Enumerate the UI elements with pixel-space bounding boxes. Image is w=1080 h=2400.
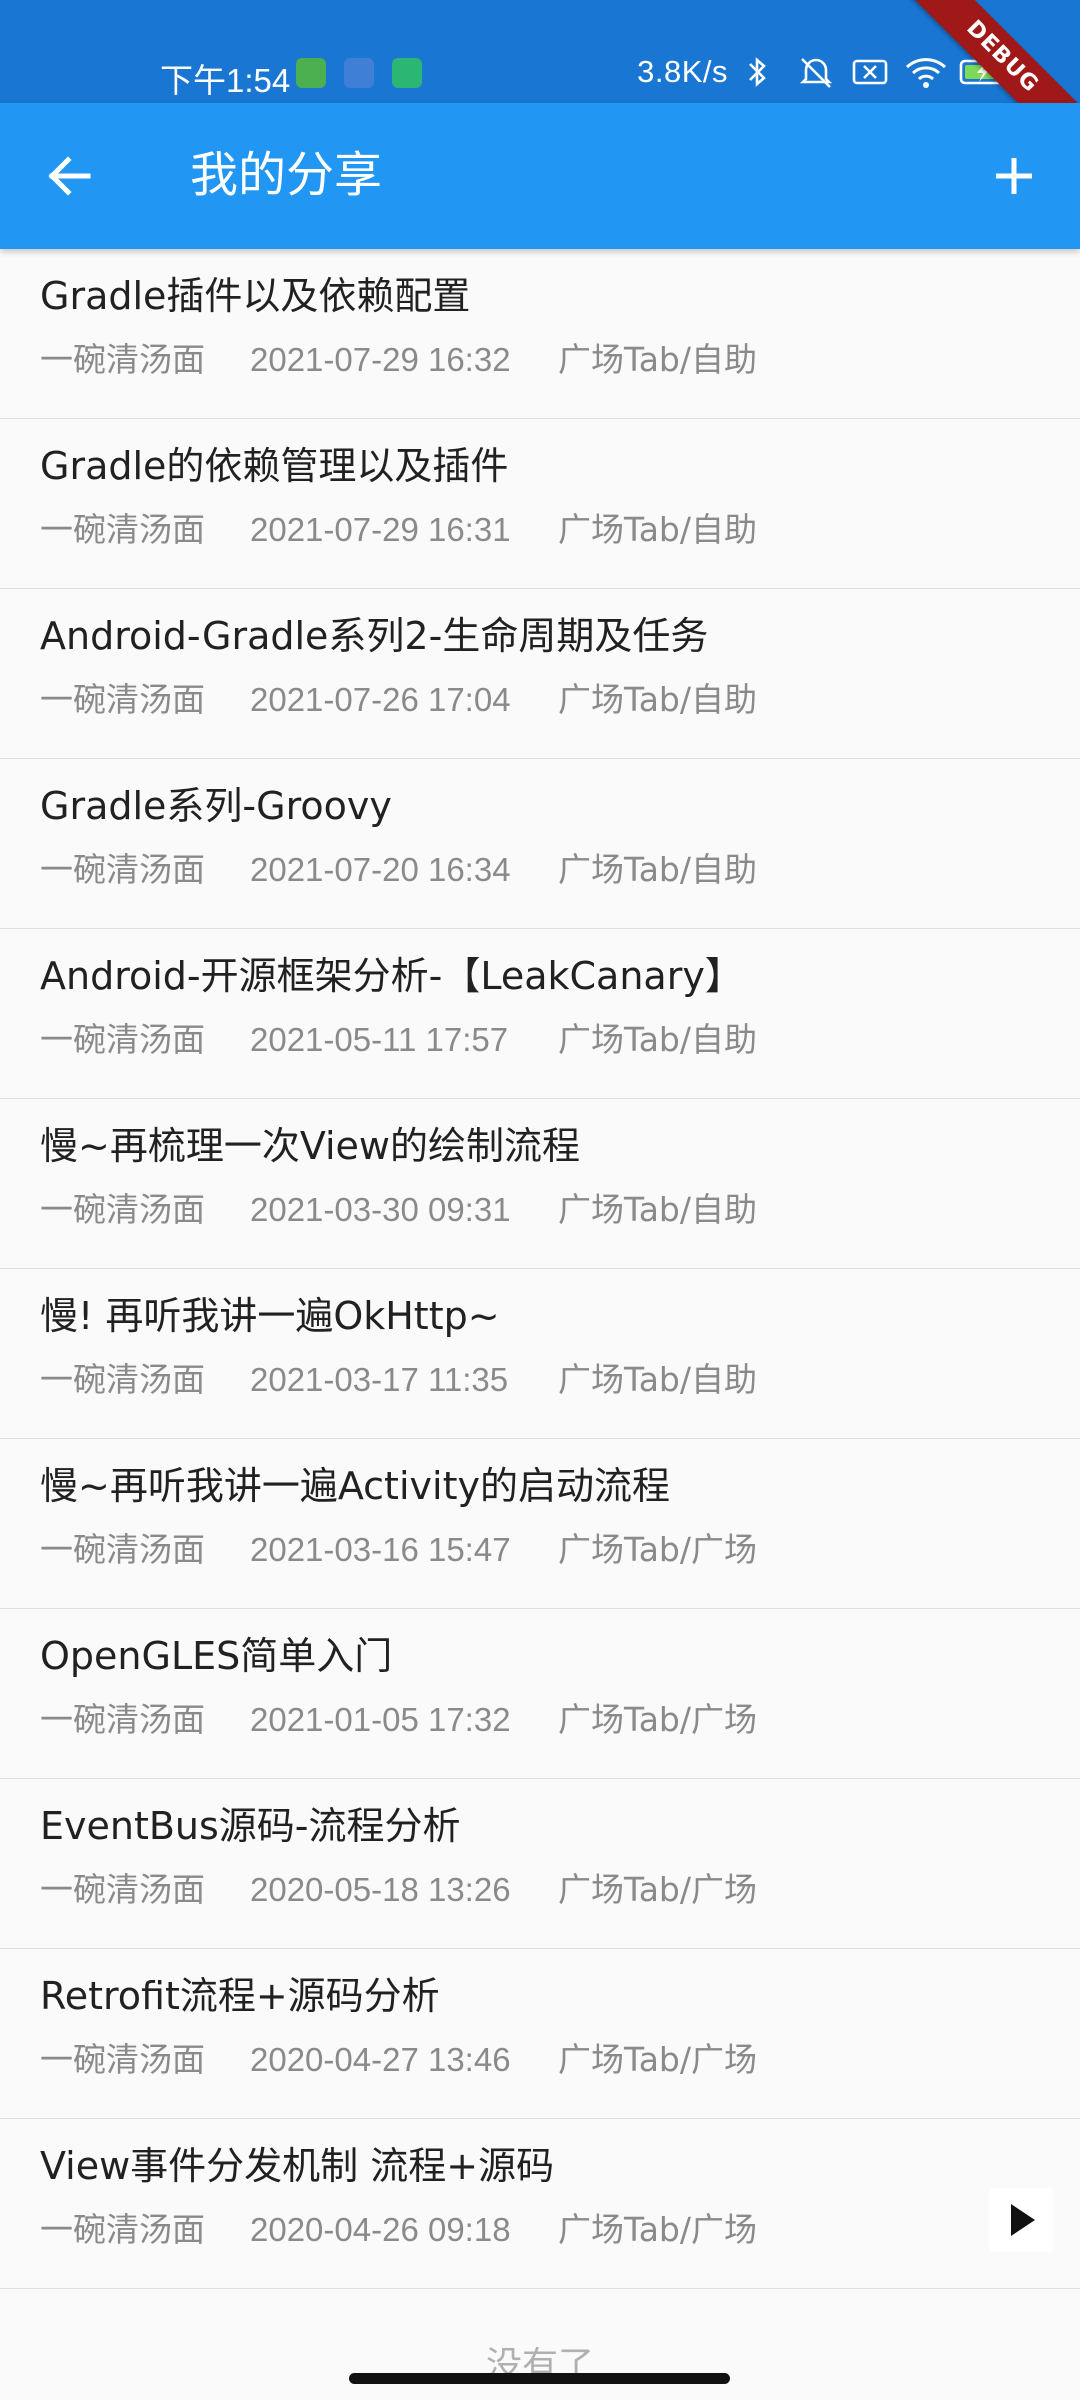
list-item[interactable]: Android-开源框架分析-【LeakCanary】 一碗清汤面 2021-05… (0, 929, 1080, 1099)
item-meta: 一碗清汤面 2020-04-27 13:46 广场Tab/广场 (40, 2037, 757, 2083)
home-indicator[interactable] (349, 2373, 730, 2384)
play-button[interactable] (989, 2188, 1053, 2252)
status-time: 下午1:54 (160, 62, 291, 99)
item-date: 2021-01-05 17:32 (250, 1701, 511, 1738)
item-date: 2021-07-20 16:34 (250, 851, 511, 888)
list-item[interactable]: Gradle的依赖管理以及插件 一碗清汤面 2021-07-29 16:31 广场T… (0, 419, 1080, 589)
list-item[interactable]: Retrofit流程+源码分析 一碗清汤面 2020-04-27 13:46 广场T… (0, 1949, 1080, 2119)
item-title: Gradle的依赖管理以及插件 (40, 444, 509, 488)
item-meta: 一碗清汤面 2021-03-16 15:47 广场Tab/广场 (40, 1527, 757, 1573)
item-meta: 一碗清汤面 2021-03-30 09:31 广场Tab/自助 (40, 1187, 757, 1233)
item-author: 一碗清汤面 (40, 2040, 205, 2079)
item-date: 2020-04-27 13:46 (250, 2041, 511, 2078)
item-title: Android-Gradle系列2-生命周期及任务 (40, 614, 709, 658)
item-date: 2021-07-26 17:04 (250, 681, 511, 718)
item-author: 一碗清汤面 (40, 1700, 205, 1739)
item-title: OpenGLES简单入门 (40, 1634, 393, 1678)
item-category: 广场Tab/自助 (558, 1020, 757, 1059)
item-title: 慢~再梳理一次View的绘制流程 (40, 1124, 581, 1168)
item-title: View事件分发机制 流程+源码 (40, 2144, 555, 2188)
item-meta: 一碗清汤面 2021-07-29 16:31 广场Tab/自助 (40, 507, 757, 553)
item-date: 2020-05-18 13:26 (250, 1871, 511, 1908)
item-author: 一碗清汤面 (40, 1190, 205, 1229)
item-category: 广场Tab/广场 (558, 2040, 757, 2079)
list-item[interactable]: 慢~再梳理一次View的绘制流程 一碗清汤面 2021-03-30 09:31 广场… (0, 1099, 1080, 1269)
item-category: 广场Tab/广场 (558, 1700, 757, 1739)
item-meta: 一碗清汤面 2021-07-26 17:04 广场Tab/自助 (40, 677, 757, 723)
bluetooth-icon (742, 55, 782, 89)
item-date: 2021-07-29 16:31 (250, 511, 511, 548)
page-title: 我的分享 (190, 147, 383, 203)
list-item[interactable]: OpenGLES简单入门 一碗清汤面 2021-01-05 17:32 广场Tab/… (0, 1609, 1080, 1779)
item-author: 一碗清汤面 (40, 1530, 205, 1569)
item-category: 广场Tab/自助 (558, 1360, 757, 1399)
status-bar: 下午1:54 3.8K/s DEBUG (0, 0, 1080, 171)
status-right-group: 3.8K/s (637, 54, 1014, 90)
arrow-left-icon (48, 156, 91, 196)
item-author: 一碗清汤面 (40, 850, 205, 889)
item-meta: 一碗清汤面 2021-01-05 17:32 广场Tab/广场 (40, 1697, 757, 1743)
item-meta: 一碗清汤面 2021-05-11 17:57 广场Tab/自助 (40, 1017, 757, 1063)
no-sim-icon (850, 55, 890, 89)
list-item[interactable]: Gradle插件以及依赖配置 一碗清汤面 2021-07-29 16:32 广场Ta… (0, 249, 1080, 419)
item-date: 2021-03-30 09:31 (250, 1191, 511, 1228)
item-author: 一碗清汤面 (40, 2210, 205, 2249)
item-author: 一碗清汤面 (40, 1360, 205, 1399)
plus-icon (996, 158, 1032, 194)
list-item[interactable]: View事件分发机制 流程+源码 一碗清汤面 2020-04-26 09:18 广场… (0, 2119, 1080, 2289)
play-icon (1011, 2204, 1035, 2236)
item-date: 2021-03-17 11:35 (250, 1361, 509, 1398)
item-date: 2020-04-26 09:18 (250, 2211, 511, 2248)
item-category: 广场Tab/自助 (558, 850, 757, 889)
app-bar: 我的分享 (0, 103, 1080, 249)
add-button[interactable] (978, 140, 1050, 212)
item-meta: 一碗清汤面 2020-04-26 09:18 广场Tab/广场 (40, 2207, 757, 2253)
list-item[interactable]: EventBus源码-流程分析 一碗清汤面 2020-05-18 13:26 广场T… (0, 1779, 1080, 1949)
network-speed: 3.8K/s (637, 54, 728, 89)
mute-icon (796, 55, 836, 89)
app-notification-icon-2 (344, 58, 374, 88)
list-item[interactable]: Gradle系列-Groovy 一碗清汤面 2021-07-20 16:34 广场T… (0, 759, 1080, 929)
item-meta: 一碗清汤面 2021-07-20 16:34 广场Tab/自助 (40, 847, 757, 893)
item-author: 一碗清汤面 (40, 1870, 205, 1909)
item-author: 一碗清汤面 (40, 510, 205, 549)
item-title: Retrofit流程+源码分析 (40, 1974, 440, 2018)
item-author: 一碗清汤面 (40, 680, 205, 719)
item-meta: 一碗清汤面 2020-05-18 13:26 广场Tab/广场 (40, 1867, 757, 1913)
back-button[interactable] (34, 140, 106, 212)
item-author: 一碗清汤面 (40, 1020, 205, 1059)
item-category: 广场Tab/自助 (558, 680, 757, 719)
app-notification-icon-3 (392, 58, 422, 88)
list-item[interactable]: 慢! 再听我讲一遍OkHttp~ 一碗清汤面 2021-03-17 11:35 广场… (0, 1269, 1080, 1439)
item-date: 2021-07-29 16:32 (250, 341, 511, 378)
item-meta: 一碗清汤面 2021-03-17 11:35 广场Tab/自助 (40, 1357, 757, 1403)
share-list: Gradle插件以及依赖配置 一碗清汤面 2021-07-29 16:32 广场Ta… (0, 249, 1080, 2289)
item-category: 广场Tab/广场 (558, 1870, 757, 1909)
item-category: 广场Tab/自助 (558, 340, 757, 379)
item-title: Gradle系列-Groovy (40, 784, 392, 828)
item-title: EventBus源码-流程分析 (40, 1804, 461, 1848)
item-date: 2021-03-16 15:47 (250, 1531, 511, 1568)
item-title: 慢~再听我讲一遍Activity的启动流程 (40, 1464, 670, 1508)
item-category: 广场Tab/自助 (558, 510, 757, 549)
item-date: 2021-05-11 17:57 (250, 1021, 509, 1058)
item-title: Android-开源框架分析-【LeakCanary】 (40, 954, 743, 998)
list-item[interactable]: 慢~再听我讲一遍Activity的启动流程 一碗清汤面 2021-03-16 15… (0, 1439, 1080, 1609)
item-category: 广场Tab/自助 (558, 1190, 757, 1229)
list-item[interactable]: Android-Gradle系列2-生命周期及任务 一碗清汤面 2021-07-2… (0, 589, 1080, 759)
item-category: 广场Tab/广场 (558, 1530, 757, 1569)
item-title: Gradle插件以及依赖配置 (40, 274, 471, 318)
item-title: 慢! 再听我讲一遍OkHttp~ (40, 1294, 500, 1338)
item-category: 广场Tab/广场 (558, 2210, 757, 2249)
item-author: 一碗清汤面 (40, 340, 205, 379)
wifi-icon (904, 55, 947, 89)
item-meta: 一碗清汤面 2021-07-29 16:32 广场Tab/自助 (40, 337, 757, 383)
app-notification-icon-1 (296, 58, 326, 88)
